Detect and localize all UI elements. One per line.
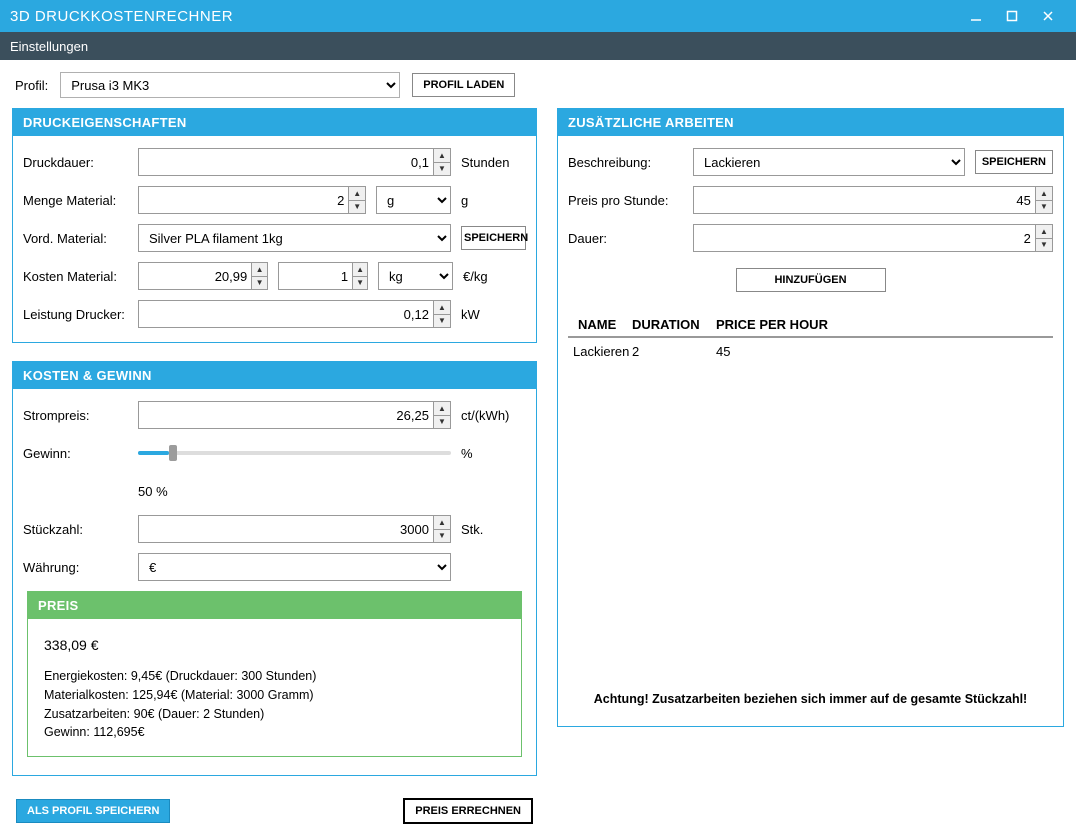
material-preset-select[interactable]: Silver PLA filament 1kg: [138, 224, 451, 252]
profile-select[interactable]: Prusa i3 MK3: [60, 72, 400, 98]
calculate-price-button[interactable]: PREIS ERRECHNEN: [403, 798, 533, 824]
currency-label: Währung:: [23, 560, 138, 575]
profile-row: Profil: Prusa i3 MK3 PROFIL LADEN: [0, 60, 1076, 108]
extra-desc-label: Beschreibung:: [568, 155, 693, 170]
spinner-up-icon[interactable]: ▲: [434, 516, 450, 530]
quantity-input[interactable]: ▲▼: [138, 515, 451, 543]
panel-header-price: PREIS: [28, 592, 521, 619]
quantity-label: Stückzahl:: [23, 522, 138, 537]
extra-duration-label: Dauer:: [568, 231, 693, 246]
extra-price-label: Preis pro Stunde:: [568, 193, 693, 208]
extra-warning-text: Achtung! Zusatzarbeiten beziehen sich im…: [568, 682, 1053, 712]
spinner-up-icon[interactable]: ▲: [252, 263, 267, 277]
printer-power-unit: kW: [461, 307, 526, 322]
menu-bar: Einstellungen: [0, 32, 1076, 60]
menu-settings[interactable]: Einstellungen: [10, 39, 88, 54]
material-cost-label: Kosten Material:: [23, 269, 138, 284]
spinner-down-icon[interactable]: ▼: [349, 201, 365, 214]
spinner-up-icon[interactable]: ▲: [353, 263, 367, 277]
price-energy-line: Energiekosten: 9,45€ (Druckdauer: 300 St…: [44, 667, 505, 686]
cell-name: Lackieren: [568, 344, 632, 359]
profit-value-display: 50 %: [138, 484, 168, 499]
print-duration-input[interactable]: ▲▼: [138, 148, 451, 176]
profit-unit: %: [461, 446, 526, 461]
spinner-down-icon[interactable]: ▼: [434, 163, 450, 176]
spinner-up-icon[interactable]: ▲: [349, 187, 365, 201]
price-extra-line: Zusatzarbeiten: 90€ (Dauer: 2 Stunden): [44, 705, 505, 724]
spinner-up-icon[interactable]: ▲: [1036, 225, 1052, 239]
spinner-down-icon[interactable]: ▼: [1036, 201, 1052, 214]
panel-header-props: DRUCKEIGENSCHAFTEN: [13, 109, 536, 136]
electricity-price-unit: ct/(kWh): [461, 408, 526, 423]
spinner-up-icon[interactable]: ▲: [1036, 187, 1052, 201]
electricity-price-label: Strompreis:: [23, 408, 138, 423]
title-bar: 3D DRUCKKOSTENRECHNER: [0, 0, 1076, 32]
quantity-unit: Stk.: [461, 522, 526, 537]
th-duration: DURATION: [632, 317, 716, 332]
material-amount-unit: g: [461, 193, 526, 208]
extra-table-header: NAME DURATION PRICE PER HOUR: [568, 313, 1053, 338]
extra-desc-select[interactable]: Lackieren: [693, 148, 965, 176]
spinner-down-icon[interactable]: ▼: [434, 315, 450, 328]
spinner-down-icon[interactable]: ▼: [1036, 239, 1052, 252]
panel-extra-work: ZUSÄTZLICHE ARBEITEN Beschreibung: Lacki…: [557, 108, 1064, 727]
material-cost-unit: €/kg: [463, 269, 528, 284]
extra-price-input[interactable]: ▲▼: [693, 186, 1053, 214]
close-button[interactable]: [1030, 0, 1066, 32]
price-total: 338,09 €: [38, 631, 511, 667]
profit-label: Gewinn:: [23, 446, 138, 461]
material-amount-label: Menge Material:: [23, 193, 138, 208]
print-duration-label: Druckdauer:: [23, 155, 138, 170]
spinner-up-icon[interactable]: ▲: [434, 301, 450, 315]
material-cost-qty-input[interactable]: ▲▼: [278, 262, 368, 290]
profile-load-button[interactable]: PROFIL LADEN: [412, 73, 515, 97]
spinner-down-icon[interactable]: ▼: [434, 530, 450, 543]
window-title: 3D DRUCKKOSTENRECHNER: [10, 8, 233, 25]
material-cost-unit-select[interactable]: kg: [378, 262, 453, 290]
spinner-down-icon[interactable]: ▼: [252, 277, 267, 290]
cell-duration: 2: [632, 344, 716, 359]
material-amount-unit-select[interactable]: g: [376, 186, 451, 214]
spinner-up-icon[interactable]: ▲: [434, 402, 450, 416]
electricity-price-input[interactable]: ▲▼: [138, 401, 451, 429]
extra-add-button[interactable]: HINZUFÜGEN: [736, 268, 886, 292]
panel-print-properties: DRUCKEIGENSCHAFTEN Druckdauer: ▲▼ Stunde…: [12, 108, 537, 343]
material-preset-label: Vord. Material:: [23, 231, 138, 246]
panel-header-costs: KOSTEN & GEWINN: [13, 362, 536, 389]
material-save-button[interactable]: SPEICHERN: [461, 226, 526, 250]
panel-header-extra: ZUSÄTZLICHE ARBEITEN: [558, 109, 1063, 136]
maximize-button[interactable]: [994, 0, 1030, 32]
extra-duration-input[interactable]: ▲▼: [693, 224, 1053, 252]
price-profit-line: Gewinn: 112,695€: [44, 723, 505, 742]
extra-save-button[interactable]: SPEICHERN: [975, 150, 1053, 174]
save-as-profile-button[interactable]: ALS PROFIL SPEICHERN: [16, 799, 170, 823]
material-amount-input[interactable]: ▲▼: [138, 186, 366, 214]
currency-select[interactable]: €: [138, 553, 451, 581]
slider-thumb[interactable]: [169, 445, 177, 461]
minimize-button[interactable]: [958, 0, 994, 32]
cell-price: 45: [716, 344, 1053, 359]
th-name: NAME: [568, 317, 632, 332]
spinner-down-icon[interactable]: ▼: [353, 277, 367, 290]
panel-costs-profit: KOSTEN & GEWINN Strompreis: ▲▼ ct/(kWh) …: [12, 361, 537, 776]
profit-slider[interactable]: [138, 451, 451, 455]
th-price: PRICE PER HOUR: [716, 317, 1053, 332]
price-material-line: Materialkosten: 125,94€ (Material: 3000 …: [44, 686, 505, 705]
profile-label: Profil:: [15, 78, 48, 93]
spinner-up-icon[interactable]: ▲: [434, 149, 450, 163]
print-duration-unit: Stunden: [461, 155, 526, 170]
spinner-down-icon[interactable]: ▼: [434, 416, 450, 429]
panel-price: PREIS 338,09 € Energiekosten: 9,45€ (Dru…: [27, 591, 522, 757]
printer-power-input[interactable]: ▲▼: [138, 300, 451, 328]
table-row[interactable]: Lackieren 2 45: [568, 338, 1053, 365]
material-cost-input[interactable]: ▲▼: [138, 262, 268, 290]
printer-power-label: Leistung Drucker:: [23, 307, 138, 322]
